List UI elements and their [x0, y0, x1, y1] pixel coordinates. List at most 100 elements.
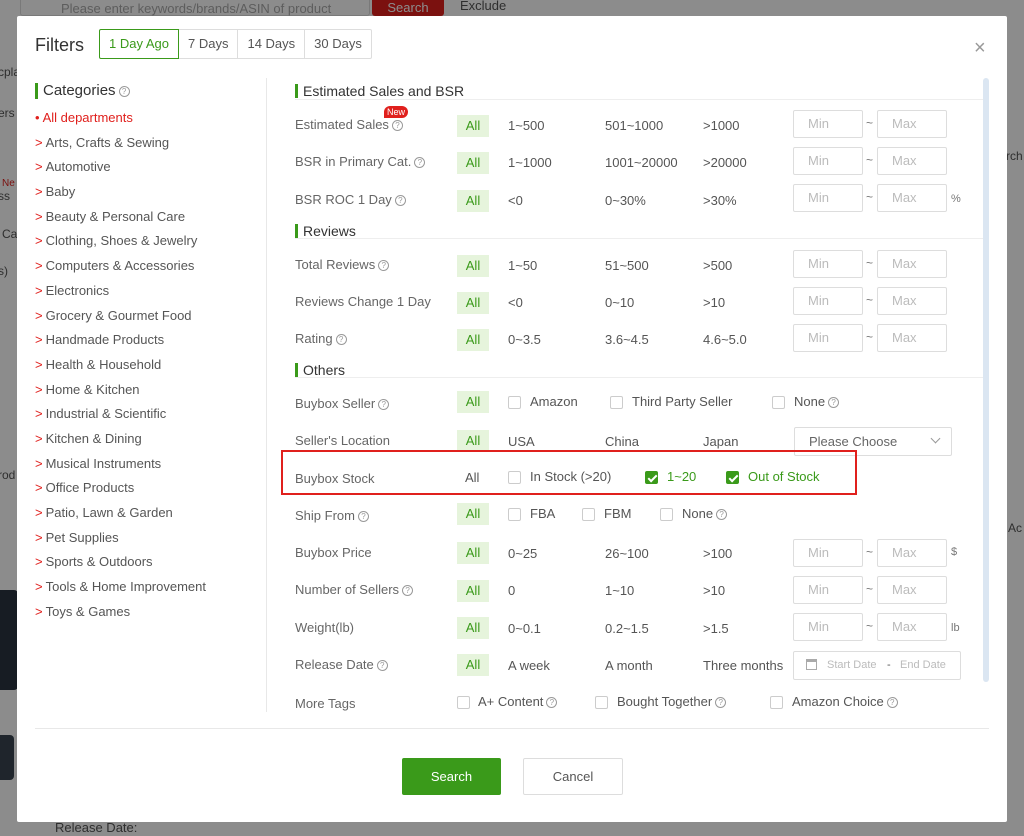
- num-sellers-min-input[interactable]: Min: [793, 576, 863, 604]
- category-item[interactable]: > Arts, Crafts & Sewing: [35, 134, 206, 159]
- ship-from-all[interactable]: All: [457, 503, 489, 525]
- rating-option[interactable]: 3.6~4.5: [605, 332, 649, 347]
- buybox-stock-all[interactable]: All: [465, 470, 479, 485]
- bsr-roc-option[interactable]: 0~30%: [605, 193, 646, 208]
- bsr-roc-min-input[interactable]: Min: [793, 184, 863, 212]
- tab-7-days[interactable]: 7 Days: [179, 29, 239, 59]
- help-icon[interactable]: ?: [546, 697, 558, 708]
- tab-1-day-ago[interactable]: 1 Day Ago: [99, 29, 179, 59]
- bsr-primary-min-input[interactable]: Min: [793, 147, 863, 175]
- buybox-stock-option[interactable]: 1~20: [667, 469, 696, 484]
- buybox-stock-option[interactable]: In Stock (>20): [530, 469, 611, 484]
- category-item[interactable]: > Toys & Games: [35, 603, 206, 628]
- rating-min-input[interactable]: Min: [793, 324, 863, 352]
- weight-min-input[interactable]: Min: [793, 613, 863, 641]
- release-date-all[interactable]: All: [457, 654, 489, 676]
- category-item[interactable]: > Industrial & Scientific: [35, 405, 206, 430]
- estimated-sales-max-input[interactable]: Max: [877, 110, 947, 138]
- category-item[interactable]: > Computers & Accessories: [35, 257, 206, 282]
- total-reviews-all[interactable]: All: [457, 255, 489, 277]
- tab-30-days[interactable]: 30 Days: [305, 29, 372, 59]
- total-reviews-option[interactable]: 1~50: [508, 258, 537, 273]
- ship-from-option[interactable]: FBA: [530, 506, 555, 521]
- buybox-price-option[interactable]: >100: [703, 546, 732, 561]
- buybox-seller-all[interactable]: All: [457, 391, 489, 413]
- rating-option[interactable]: 0~3.5: [508, 332, 541, 347]
- estimated-sales-option[interactable]: 501~1000: [605, 118, 663, 133]
- reviews-change-option[interactable]: 0~10: [605, 295, 634, 310]
- total-reviews-min-input[interactable]: Min: [793, 250, 863, 278]
- buybox-price-min-input[interactable]: Min: [793, 539, 863, 567]
- category-item[interactable]: > Sports & Outdoors: [35, 553, 206, 578]
- ship-from-none-checkbox[interactable]: [660, 508, 673, 521]
- start-date-field[interactable]: Start Date: [827, 652, 877, 679]
- buybox-seller-none-checkbox[interactable]: [772, 396, 785, 409]
- num-sellers-option[interactable]: 1~10: [605, 583, 634, 598]
- ship-from-fba-checkbox[interactable]: [508, 508, 521, 521]
- help-icon[interactable]: ?: [335, 334, 347, 345]
- num-sellers-option[interactable]: >10: [703, 583, 725, 598]
- bsr-roc-option[interactable]: >30%: [703, 193, 737, 208]
- buybox-price-option[interactable]: 26~100: [605, 546, 649, 561]
- reviews-change-option[interactable]: <0: [508, 295, 523, 310]
- buybox-stock-option[interactable]: Out of Stock: [748, 469, 820, 484]
- category-item[interactable]: > Clothing, Shoes & Jewelry: [35, 232, 206, 257]
- help-icon[interactable]: ?: [376, 660, 388, 671]
- release-date-option[interactable]: A week: [508, 658, 550, 673]
- bsr-roc-max-input[interactable]: Max: [877, 184, 947, 212]
- rating-option[interactable]: 4.6~5.0: [703, 332, 747, 347]
- bsr-primary-option[interactable]: 1~1000: [508, 155, 552, 170]
- more-tags-option[interactable]: Bought Together?: [617, 694, 727, 709]
- estimated-sales-option[interactable]: 1~500: [508, 118, 545, 133]
- help-icon[interactable]: ?: [378, 399, 390, 410]
- more-tags-bought-together-checkbox[interactable]: [595, 696, 608, 709]
- buybox-stock-1-20-checkbox[interactable]: [645, 471, 658, 484]
- scrollbar[interactable]: [983, 78, 989, 682]
- category-item[interactable]: > Pet Supplies: [35, 529, 206, 554]
- buybox-seller-option[interactable]: None?: [794, 394, 840, 409]
- more-tags-option[interactable]: Amazon Choice?: [792, 694, 898, 709]
- bsr-roc-option[interactable]: <0: [508, 193, 523, 208]
- end-date-field[interactable]: End Date: [900, 652, 946, 679]
- category-item[interactable]: > Handmade Products: [35, 331, 206, 356]
- rating-all[interactable]: All: [457, 329, 489, 351]
- num-sellers-all[interactable]: All: [457, 580, 489, 602]
- bsr-primary-option[interactable]: >20000: [703, 155, 747, 170]
- seller-location-all[interactable]: All: [457, 430, 489, 452]
- category-item[interactable]: > Tools & Home Improvement: [35, 578, 206, 603]
- release-date-option[interactable]: Three months: [703, 658, 783, 673]
- category-item[interactable]: • All departments: [35, 109, 206, 134]
- category-item[interactable]: > Kitchen & Dining: [35, 430, 206, 455]
- release-date-option[interactable]: A month: [605, 658, 653, 673]
- reviews-change-option[interactable]: >10: [703, 295, 725, 310]
- release-date-range-picker[interactable]: Start Date - End Date: [793, 651, 961, 680]
- more-tags-option[interactable]: A+ Content?: [478, 694, 558, 709]
- help-icon[interactable]: ?: [118, 86, 130, 97]
- total-reviews-max-input[interactable]: Max: [877, 250, 947, 278]
- help-icon[interactable]: ?: [402, 585, 414, 596]
- buybox-price-all[interactable]: All: [457, 542, 489, 564]
- category-item[interactable]: > Health & Household: [35, 356, 206, 381]
- buybox-seller-option[interactable]: Amazon: [530, 394, 578, 409]
- buybox-stock-out-of-stock-checkbox[interactable]: [726, 471, 739, 484]
- seller-location-option[interactable]: China: [605, 434, 639, 449]
- weight-option[interactable]: 0~0.1: [508, 621, 541, 636]
- buybox-price-option[interactable]: 0~25: [508, 546, 537, 561]
- help-icon[interactable]: ?: [828, 397, 840, 408]
- weight-max-input[interactable]: Max: [877, 613, 947, 641]
- help-icon[interactable]: ?: [715, 697, 727, 708]
- help-icon[interactable]: ?: [357, 511, 369, 522]
- total-reviews-option[interactable]: >500: [703, 258, 732, 273]
- ship-from-fbm-checkbox[interactable]: [582, 508, 595, 521]
- weight-option[interactable]: 0.2~1.5: [605, 621, 649, 636]
- reviews-change-max-input[interactable]: Max: [877, 287, 947, 315]
- rating-max-input[interactable]: Max: [877, 324, 947, 352]
- help-icon[interactable]: ?: [378, 260, 390, 271]
- num-sellers-option[interactable]: 0: [508, 583, 515, 598]
- category-item[interactable]: > Automotive: [35, 158, 206, 183]
- buybox-price-max-input[interactable]: Max: [877, 539, 947, 567]
- ship-from-option[interactable]: FBM: [604, 506, 631, 521]
- tab-14-days[interactable]: 14 Days: [238, 29, 306, 59]
- buybox-seller-third-party-checkbox[interactable]: [610, 396, 623, 409]
- buybox-stock-in-stock-checkbox[interactable]: [508, 471, 521, 484]
